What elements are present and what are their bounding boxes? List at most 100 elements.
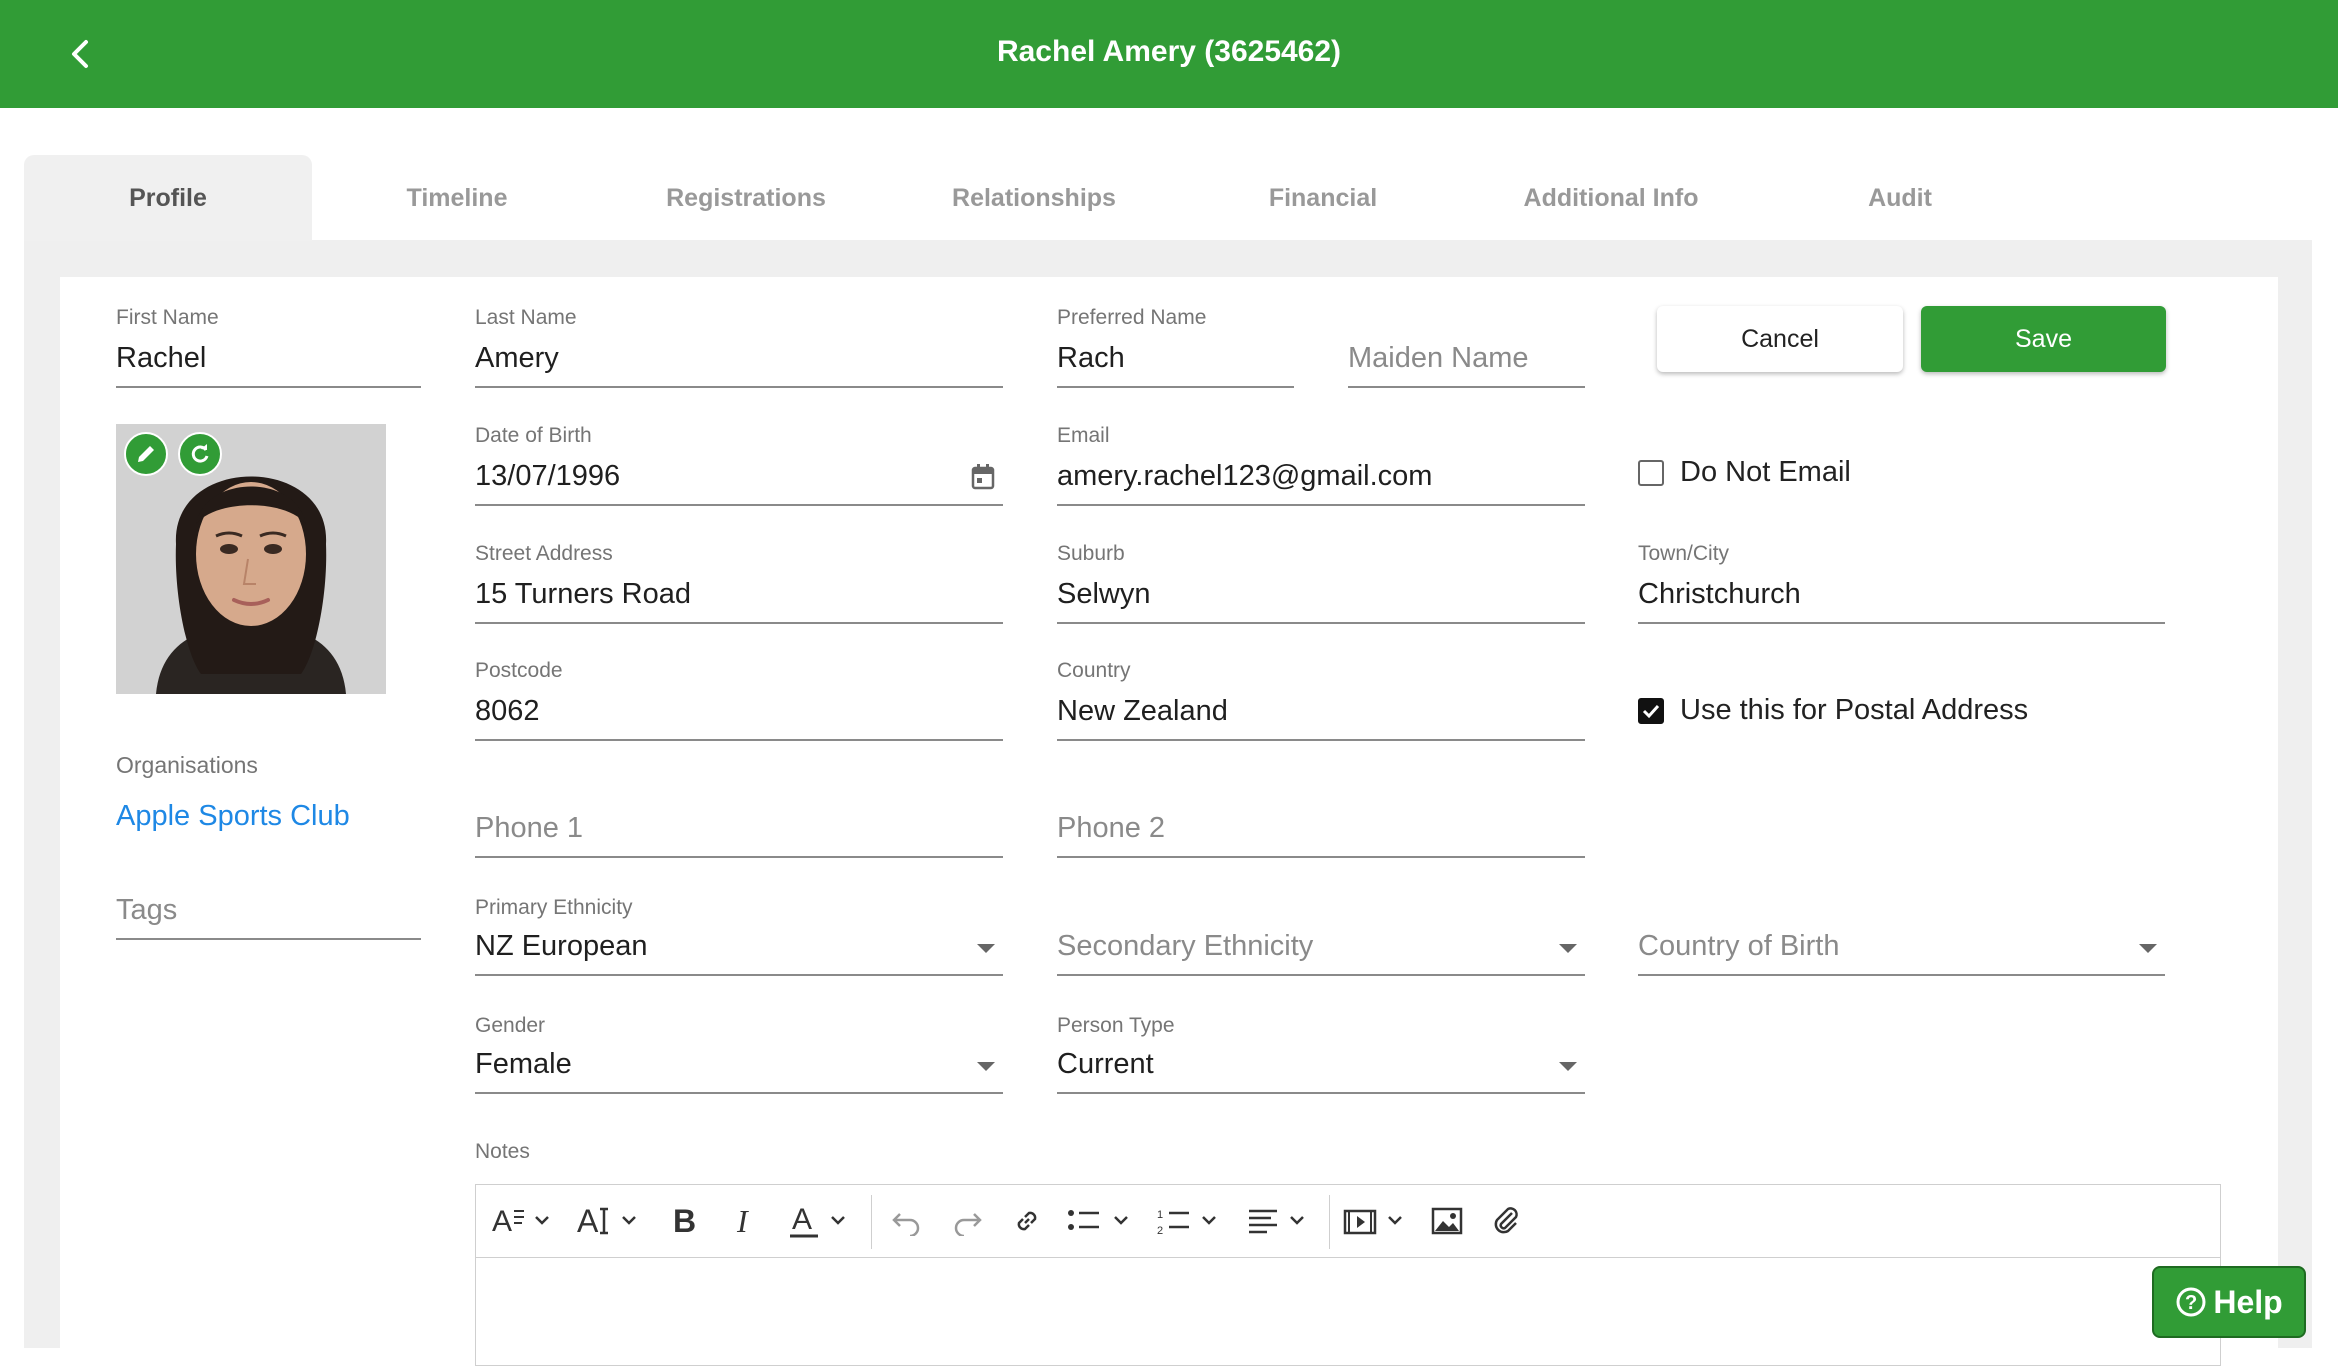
preferred-name-label: Preferred Name <box>1057 306 1207 329</box>
save-button[interactable]: Save <box>1921 306 2166 372</box>
caret-down-icon <box>1559 1062 1577 1071</box>
redo-button[interactable] <box>946 1199 988 1243</box>
align-button[interactable] <box>1246 1199 1316 1243</box>
phone-2-field[interactable]: Phone 2 <box>1057 776 1585 858</box>
do-not-email-label: Do Not Email <box>1680 456 1851 488</box>
first-name-field[interactable]: First Name Rachel <box>116 300 421 388</box>
svg-text:I: I <box>736 1203 749 1239</box>
italic-button[interactable]: I <box>726 1199 766 1243</box>
do-not-email-checkbox[interactable] <box>1638 459 1664 486</box>
tab-bar: Profile Timeline Registrations Relations… <box>24 155 2312 241</box>
secondary-ethnicity-select[interactable]: Secondary Ethnicity <box>1057 892 1585 976</box>
svg-text:?: ? <box>2185 1292 2197 1314</box>
insert-video-button[interactable] <box>1342 1199 1412 1243</box>
caret-down-icon <box>977 1062 995 1071</box>
refresh-icon <box>191 444 209 463</box>
notes-content-area[interactable] <box>476 1258 2220 1365</box>
gender-value: Female <box>475 1048 572 1080</box>
last-name-field[interactable]: Last Name Amery <box>475 300 1003 388</box>
image-icon <box>1431 1207 1463 1235</box>
paragraph-format-icon: A <box>492 1205 549 1238</box>
caret-down-icon <box>977 944 995 953</box>
page-title: Rachel Amery (3625462) <box>996 35 1342 68</box>
tab-additional-info[interactable]: Additional Info <box>1467 155 1755 241</box>
town-city-label: Town/City <box>1638 542 1730 565</box>
paperclip-icon <box>1494 1207 1518 1234</box>
street-address-field[interactable]: Street Address 15 Turners Road <box>475 538 1003 624</box>
person-type-value: Current <box>1057 1048 1154 1080</box>
undo-button[interactable] <box>886 1199 928 1243</box>
undo-icon <box>892 1213 920 1236</box>
video-icon <box>1343 1209 1402 1235</box>
numbered-list-icon: 12 <box>1157 1209 1216 1237</box>
caret-down-icon <box>1559 944 1577 953</box>
street-address-value: 15 Turners Road <box>475 578 692 610</box>
toolbar-divider <box>871 1195 872 1249</box>
paragraph-format-button[interactable]: A <box>490 1199 554 1243</box>
bold-button[interactable]: B <box>666 1199 706 1243</box>
text-color-button[interactable]: A <box>786 1199 856 1243</box>
tab-timeline[interactable]: Timeline <box>313 155 601 241</box>
secondary-ethnicity-placeholder: Secondary Ethnicity <box>1057 930 1314 962</box>
phone-1-placeholder: Phone 1 <box>475 812 584 844</box>
organisation-link[interactable]: Apple Sports Club <box>116 800 350 833</box>
postal-address-checkbox[interactable] <box>1638 697 1664 724</box>
tab-registrations[interactable]: Registrations <box>602 155 890 241</box>
app-header: Rachel Amery (3625462) <box>0 0 2338 108</box>
link-icon <box>1017 1211 1037 1231</box>
country-field[interactable]: Country New Zealand <box>1057 655 1585 741</box>
toolbar-divider <box>1329 1195 1330 1249</box>
primary-ethnicity-select[interactable]: Primary Ethnicity NZ European <box>475 892 1003 976</box>
tab-audit[interactable]: Audit <box>1756 155 2044 241</box>
cancel-button[interactable]: Cancel <box>1657 306 1903 372</box>
date-of-birth-label: Date of Birth <box>475 424 592 447</box>
tab-financial[interactable]: Financial <box>1179 155 1467 241</box>
street-address-label: Street Address <box>475 542 613 565</box>
text-color-icon: A <box>790 1203 845 1238</box>
insert-link-button[interactable] <box>1006 1199 1048 1243</box>
person-type-label: Person Type <box>1057 1014 1175 1037</box>
edit-photo-button[interactable] <box>124 432 168 476</box>
svg-text:B: B <box>673 1203 696 1239</box>
calendar-icon[interactable] <box>971 464 995 490</box>
caret-down-icon <box>2139 944 2157 953</box>
town-city-field[interactable]: Town/City Christchurch <box>1638 538 2165 624</box>
postcode-field[interactable]: Postcode 8062 <box>475 655 1003 741</box>
maiden-name-field[interactable]: Maiden Name <box>1348 300 1585 388</box>
person-type-select[interactable]: Person Type Current <box>1057 1010 1585 1094</box>
attach-file-button[interactable] <box>1486 1199 1528 1243</box>
email-field[interactable]: Email amery.rachel123@gmail.com <box>1057 420 1585 506</box>
postcode-value: 8062 <box>475 695 540 727</box>
country-label: Country <box>1057 659 1131 682</box>
numbered-list-button[interactable]: 12 <box>1156 1199 1226 1243</box>
country-of-birth-select[interactable]: Country of Birth <box>1638 892 2165 976</box>
do-not-email-option[interactable]: Do Not Email <box>1638 456 1851 489</box>
pencil-icon <box>138 446 154 462</box>
svg-text:A: A <box>792 1203 812 1236</box>
first-name-label: First Name <box>116 306 219 329</box>
suburb-field[interactable]: Suburb Selwyn <box>1057 538 1585 624</box>
refresh-photo-button[interactable] <box>178 432 222 476</box>
help-icon: ? <box>2176 1287 2206 1317</box>
date-of-birth-field[interactable]: Date of Birth 13/07/1996 <box>475 420 1003 506</box>
country-of-birth-placeholder: Country of Birth <box>1638 930 1840 962</box>
align-left-icon <box>1249 1209 1304 1234</box>
preferred-name-value: Rach <box>1057 342 1125 374</box>
gender-select[interactable]: Gender Female <box>475 1010 1003 1094</box>
bold-icon: B <box>673 1203 696 1239</box>
tab-profile[interactable]: Profile <box>24 155 312 241</box>
phone-1-field[interactable]: Phone 1 <box>475 776 1003 858</box>
bullet-list-button[interactable] <box>1066 1199 1136 1243</box>
svg-text:2: 2 <box>1157 1225 1163 1237</box>
primary-ethnicity-label: Primary Ethnicity <box>475 896 633 919</box>
last-name-value: Amery <box>475 342 559 374</box>
font-size-button[interactable]: A <box>576 1199 644 1243</box>
bullet-list-icon <box>1068 1210 1128 1230</box>
check-icon <box>1642 704 1660 718</box>
preferred-name-field[interactable]: Preferred Name Rach <box>1057 300 1294 388</box>
insert-image-button[interactable] <box>1426 1199 1468 1243</box>
help-button[interactable]: ? Help <box>2152 1266 2306 1338</box>
postal-address-option[interactable]: Use this for Postal Address <box>1638 694 2028 727</box>
tab-relationships[interactable]: Relationships <box>890 155 1178 241</box>
tags-field[interactable]: Tags <box>116 860 421 940</box>
